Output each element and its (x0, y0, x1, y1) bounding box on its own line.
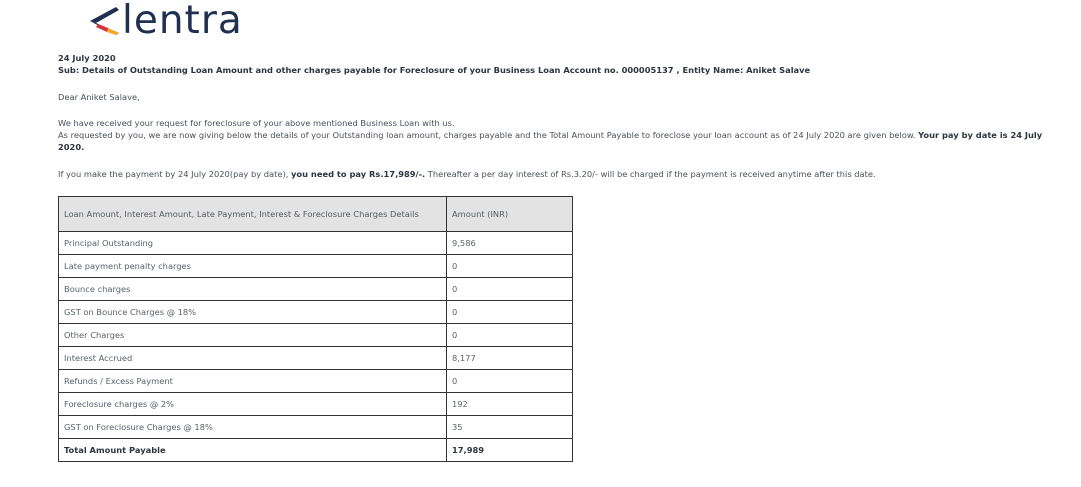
row-amount: 35 (446, 415, 573, 439)
total-amount: 17,989 (446, 438, 573, 462)
row-label: Late payment penalty charges (58, 254, 447, 278)
row-amount: 0 (446, 323, 573, 347)
payment-terms-pre: If you make the payment by 24 July 2020(… (58, 169, 292, 179)
salutation: Dear Aniket Salave, (58, 92, 140, 102)
amount-to-pay-note: you need to pay Rs.17,989/-. (291, 169, 426, 179)
table-header-row: Loan Amount, Interest Amount, Late Payme… (58, 196, 573, 232)
row-amount: 0 (446, 300, 573, 324)
lentra-logo: lentra (86, 0, 243, 42)
table-row: Foreclosure charges @ 2% 192 (58, 392, 573, 416)
row-label: Interest Accrued (58, 346, 447, 370)
brand-wordmark: lentra (122, 0, 243, 43)
row-amount: 9,586 (446, 231, 573, 255)
payment-terms-post: Thereafter a per day interest of Rs.3.20… (425, 169, 876, 179)
table-row: GST on Bounce Charges @ 18% 0 (58, 300, 573, 324)
letter-date: 24 July 2020 (58, 53, 116, 63)
row-label: Foreclosure charges @ 2% (58, 392, 447, 416)
table-row: Late payment penalty charges 0 (58, 254, 573, 278)
lentra-mark-icon (90, 7, 119, 35)
header-amount: Amount (INR) (446, 196, 573, 232)
row-label: Principal Outstanding (58, 231, 447, 255)
row-amount: 0 (446, 369, 573, 393)
row-label: GST on Foreclosure Charges @ 18% (58, 415, 447, 439)
table-row: Refunds / Excess Payment 0 (58, 369, 573, 393)
row-label: Other Charges (58, 323, 447, 347)
paragraph-details-text: As requested by you, we are now giving b… (58, 130, 919, 140)
paragraph-details: As requested by you, we are now giving b… (58, 130, 1068, 153)
table-row: Bounce charges 0 (58, 277, 573, 301)
paragraph-request-received: We have received your request for forecl… (58, 118, 455, 128)
row-label: Bounce charges (58, 277, 447, 301)
row-label: Refunds / Excess Payment (58, 369, 447, 393)
row-amount: 0 (446, 277, 573, 301)
table-row: Principal Outstanding 9,586 (58, 231, 573, 255)
letter-subject: Sub: Details of Outstanding Loan Amount … (58, 65, 811, 75)
row-amount: 8,177 (446, 346, 573, 370)
table-row: Other Charges 0 (58, 323, 573, 347)
charges-table: Loan Amount, Interest Amount, Late Payme… (58, 196, 573, 462)
total-row: Total Amount Payable 17,989 (58, 438, 573, 462)
row-amount: 0 (446, 254, 573, 278)
table-row: Interest Accrued 8,177 (58, 346, 573, 370)
paragraph-payment-terms: If you make the payment by 24 July 2020(… (58, 169, 876, 181)
total-label: Total Amount Payable (58, 438, 447, 462)
foreclosure-letter: lentra 24 July 2020 Sub: Details of Outs… (0, 0, 1081, 487)
row-amount: 192 (446, 392, 573, 416)
header-details: Loan Amount, Interest Amount, Late Payme… (58, 196, 447, 232)
table-row: GST on Foreclosure Charges @ 18% 35 (58, 415, 573, 439)
row-label: GST on Bounce Charges @ 18% (58, 300, 447, 324)
